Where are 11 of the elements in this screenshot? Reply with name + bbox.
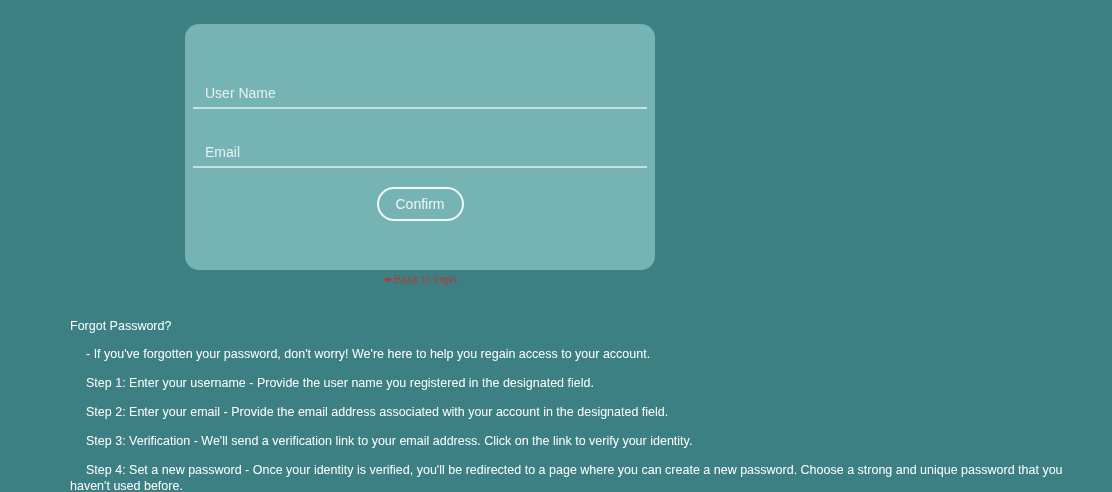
input-field[interactable]: Email: [193, 137, 647, 168]
help-text: Step 2: Enter your email - Provide the email address associated with your account in the designated field.: [85, 404, 670, 420]
help-title: Forgot Password?: [70, 319, 173, 333]
input-field[interactable]: User Name: [193, 78, 647, 109]
arrow-left-icon: [383, 274, 392, 284]
help-text: Step 4: Set a new password - Once your identity is verified, you'll be redirected to a page where you can create a new password. Choose a strong and unique password that you haven't used before.: [70, 462, 1064, 492]
back-link[interactable]: Back to login: [383, 273, 457, 285]
help-text: Step 1: Enter your username - Provide the user name you registered in the designated field.: [85, 375, 595, 391]
confirm-button[interactable]: Confirm: [376, 187, 464, 221]
help-text: - If you've forgotten your password, don't worry! We're here to help you regain access to your account.: [85, 346, 652, 362]
help-text: Step 3: Verification - We'll send a verification link to your email address. Click on the link to verify your identity.: [85, 433, 694, 449]
